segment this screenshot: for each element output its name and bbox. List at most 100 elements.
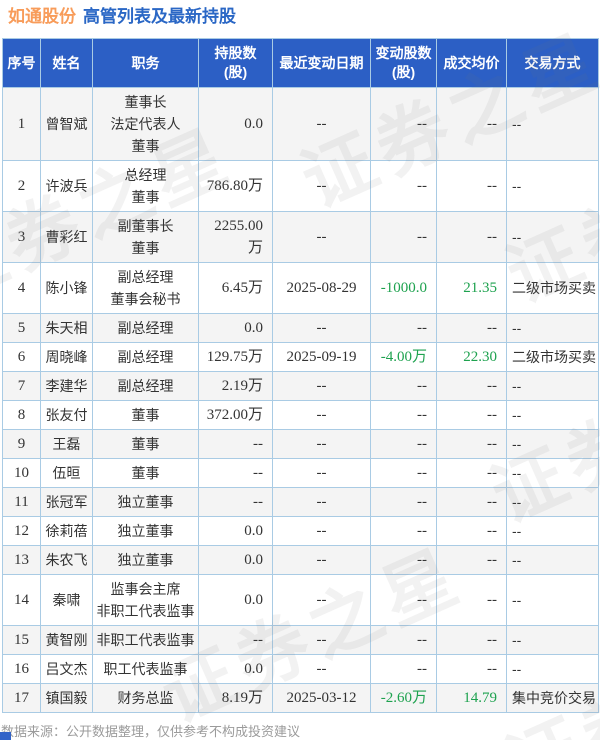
last-change-date: -- [272,458,371,488]
table-body: 1 曾智斌 董事长 法定代表人 董事 0.0 -- -- -- -- 2 许波兵… [2,87,599,713]
executive-position: 董事 [92,400,199,430]
change-shares: -- [370,87,437,161]
trade-method: 二级市场买卖 [506,262,599,314]
table-row: 12 徐莉蓓 独立董事 0.0 -- -- -- -- [2,516,599,546]
table-row: 5 朱天相 副总经理 0.0 -- -- -- -- [2,313,599,343]
trade-method: -- [506,400,599,430]
trade-method: -- [506,516,599,546]
col-header-change-date: 最近变动日期 [272,38,371,88]
executive-name: 曾智斌 [40,87,93,161]
col-header-avg-price: 成交均价 [436,38,507,88]
shares-held: 0.0 [198,313,273,343]
col-header-trade-method: 交易方式 [506,38,599,88]
last-change-date: -- [272,574,371,626]
shares-held: -- [198,458,273,488]
row-serial: 12 [2,516,41,546]
executive-name: 秦啸 [40,574,93,626]
executive-name: 陈小锋 [40,262,93,314]
executive-position: 副总经理 [92,342,199,372]
change-shares: -2.60万 [370,683,437,713]
executive-name: 朱天相 [40,313,93,343]
shares-held: 2.19万 [198,371,273,401]
trade-method: -- [506,654,599,684]
row-serial: 3 [2,211,41,263]
shares-held: 0.0 [198,87,273,161]
table-row: 10 伍晅 董事 -- -- -- -- -- [2,458,599,488]
change-shares: -- [370,211,437,263]
executive-name: 王磊 [40,429,93,459]
executive-name: 张冠军 [40,487,93,517]
last-change-date: -- [272,625,371,655]
last-change-date: -- [272,160,371,212]
avg-trade-price: -- [436,545,507,575]
avg-trade-price: -- [436,160,507,212]
col-header-shares: 持股数 (股) [198,38,273,88]
executive-position: 职工代表监事 [92,654,199,684]
executive-name: 许波兵 [40,160,93,212]
change-shares: -- [370,313,437,343]
page-title: 如通股份 高管列表及最新持股 [8,7,600,27]
table-row: 11 张冠军 独立董事 -- -- -- -- -- [2,487,599,517]
change-shares: -- [370,160,437,212]
avg-trade-price: -- [436,574,507,626]
executive-name: 张友付 [40,400,93,430]
shares-held: -- [198,429,273,459]
table-row: 6 周晓峰 副总经理 129.75万 2025-09-19 -4.00万 22.… [2,342,599,372]
table-row: 15 黄智刚 非职工代表监事 -- -- -- -- -- [2,625,599,655]
executive-name: 伍晅 [40,458,93,488]
last-change-date: -- [272,516,371,546]
avg-trade-price: -- [436,625,507,655]
trade-method: -- [506,625,599,655]
executive-position: 董事长 法定代表人 董事 [92,87,199,161]
data-source-note: 数据来源：公开数据整理，仅供参考不构成投资建议 [1,724,301,739]
change-shares: -- [370,654,437,684]
last-change-date: -- [272,400,371,430]
change-shares: -1000.0 [370,262,437,314]
trade-method: -- [506,371,599,401]
table-row: 17 镇国毅 财务总监 8.19万 2025-03-12 -2.60万 14.7… [2,683,599,713]
corner-logo-fragment [0,732,11,740]
shares-held: 0.0 [198,516,273,546]
last-change-date: 2025-08-29 [272,262,371,314]
avg-trade-price: -- [436,516,507,546]
table-row: 13 朱农飞 独立董事 0.0 -- -- -- -- [2,545,599,575]
last-change-date: -- [272,211,371,263]
shares-held: 0.0 [198,574,273,626]
change-shares: -- [370,487,437,517]
executive-position: 独立董事 [92,545,199,575]
shares-held: 6.45万 [198,262,273,314]
last-change-date: -- [272,429,371,459]
executive-position: 独立董事 [92,516,199,546]
change-shares: -- [370,574,437,626]
col-header-name: 姓名 [40,38,93,88]
table-header: 序号 姓名 职务 持股数 (股) 最近变动日期 变动股数 (股) 成交均价 交易… [2,38,599,88]
executive-position: 独立董事 [92,487,199,517]
table-row: 1 曾智斌 董事长 法定代表人 董事 0.0 -- -- -- -- [2,87,599,161]
avg-trade-price: -- [436,429,507,459]
avg-trade-price: 14.79 [436,683,507,713]
change-shares: -- [370,458,437,488]
last-change-date: -- [272,654,371,684]
company-name: 如通股份 [8,7,76,26]
avg-trade-price: -- [436,654,507,684]
row-serial: 7 [2,371,41,401]
executive-name: 吕文杰 [40,654,93,684]
last-change-date: -- [272,371,371,401]
last-change-date: -- [272,545,371,575]
avg-trade-price: 21.35 [436,262,507,314]
shares-held: -- [198,625,273,655]
row-serial: 16 [2,654,41,684]
avg-trade-price: -- [436,211,507,263]
page-title-text: 高管列表及最新持股 [83,7,236,26]
row-serial: 15 [2,625,41,655]
shares-held: 8.19万 [198,683,273,713]
executive-position: 副总经理 董事会秘书 [92,262,199,314]
row-serial: 11 [2,487,41,517]
executive-position: 董事 [92,429,199,459]
trade-method: 二级市场买卖 [506,342,599,372]
shares-held: 786.80万 [198,160,273,212]
shares-held: 2255.00万 [198,211,273,263]
change-shares: -- [370,545,437,575]
trade-method: -- [506,545,599,575]
executive-position: 财务总监 [92,683,199,713]
